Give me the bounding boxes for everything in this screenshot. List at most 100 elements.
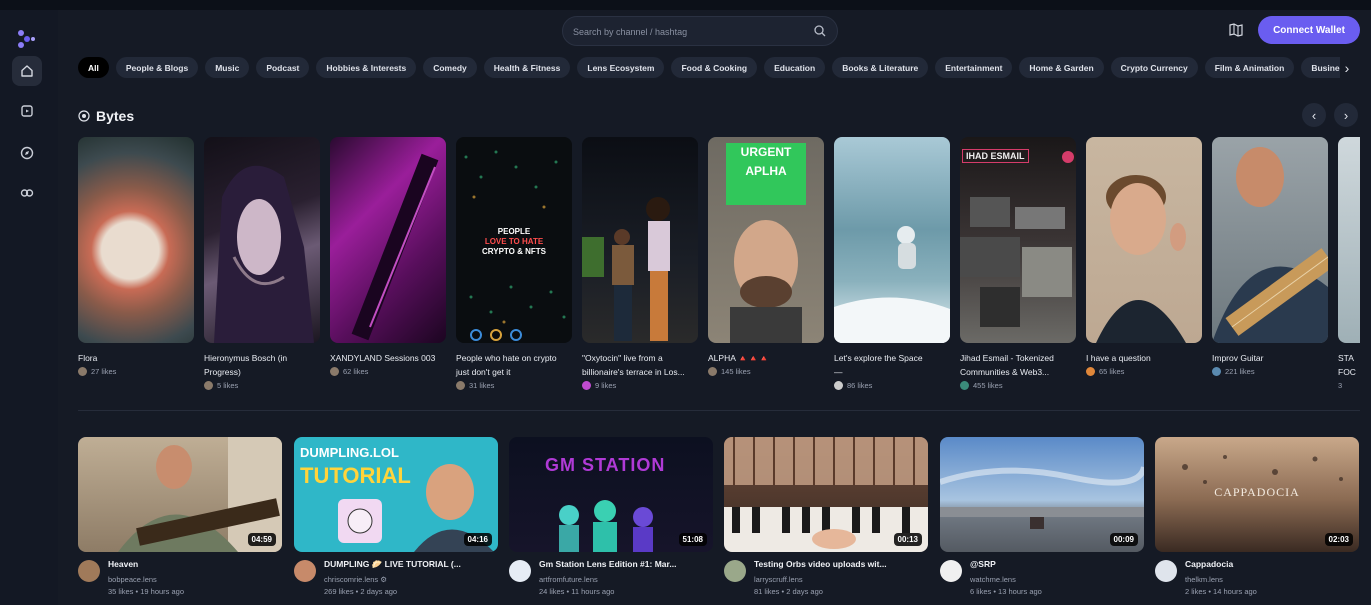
category-chip[interactable]: Podcast (256, 57, 310, 78)
byte-thumbnail[interactable] (204, 137, 320, 343)
channel-name[interactable]: thelkm.lens (1185, 575, 1223, 584)
bytes-prev-button[interactable]: ‹ (1302, 103, 1326, 127)
category-chip[interactable]: Home & Garden (1019, 57, 1104, 78)
likes-count: 65 likes (1099, 367, 1125, 376)
byte-thumbnail[interactable] (582, 137, 698, 343)
video-title[interactable]: Testing Orbs video uploads wit... (754, 559, 887, 569)
map-icon[interactable] (1228, 22, 1244, 38)
category-chip[interactable]: Food & Cooking (671, 57, 758, 78)
byte-card[interactable]: Hieronymus Bosch (in Progress) 5 likes (204, 137, 320, 390)
video-title[interactable]: Cappadocia (1185, 559, 1233, 569)
bytes-next-button[interactable]: › (1334, 103, 1358, 127)
byte-thumbnail[interactable] (330, 137, 446, 343)
video-thumbnail[interactable]: 04:59 (78, 437, 282, 552)
byte-thumbnail[interactable]: IHAD ESMAIL (960, 137, 1076, 343)
byte-title[interactable]: "Oxytocin" live from a billionaire's ter… (582, 351, 696, 379)
app-logo-icon[interactable] (16, 28, 38, 50)
byte-title[interactable]: STA FOC (1338, 351, 1360, 379)
search-bar[interactable] (562, 16, 838, 46)
overlay-text: CRYPTO & NFTS (481, 247, 546, 256)
byte-thumbnail[interactable] (1212, 137, 1328, 343)
connect-wallet-button[interactable]: Connect Wallet (1258, 16, 1360, 44)
channel-name[interactable]: artfromfuture.lens (539, 575, 598, 584)
category-chips: All People & Blogs Music Podcast Hobbies… (78, 57, 1340, 79)
category-chip[interactable]: Entertainment (935, 57, 1013, 78)
sidebar-home-button[interactable] (12, 56, 42, 86)
byte-card[interactable]: PEOPLE LOVE TO HATE CRYPTO & NFTS People… (456, 137, 572, 390)
byte-title[interactable]: Hieronymus Bosch (in Progress) (204, 351, 318, 379)
byte-card[interactable]: Flora 27 likes (78, 137, 194, 376)
video-card[interactable]: GM STATION 51:08 Gm Station Lens Edition… (509, 437, 713, 605)
avatar[interactable] (940, 560, 962, 582)
video-thumbnail[interactable]: DUMPLING.LOL TUTORIAL 04:16 (294, 437, 498, 552)
byte-card[interactable]: IHAD ESMAIL Jihad Esmail - Tokenized Com… (960, 137, 1076, 390)
byte-thumbnail[interactable]: URGENT APLHA (708, 137, 824, 343)
video-card[interactable]: CAPPADOCIA 02:03 Cappadocia thelkm.lens … (1155, 437, 1359, 605)
avatar[interactable] (724, 560, 746, 582)
byte-title[interactable]: ALPHA 🔺🔺🔺 (708, 351, 822, 365)
avatar[interactable] (1155, 560, 1177, 582)
portrait-illustration (214, 165, 314, 343)
byte-title[interactable]: People who hate on crypto just don't get… (456, 351, 570, 379)
video-title[interactable]: DUMPLING 🥟 LIVE TUTORIAL (... (324, 559, 461, 570)
video-thumbnail[interactable]: CAPPADOCIA 02:03 (1155, 437, 1359, 552)
category-chip[interactable]: Business (1301, 57, 1340, 78)
byte-thumbnail[interactable] (834, 137, 950, 343)
channel-name[interactable]: larryscruff.lens (754, 575, 803, 584)
category-chip[interactable]: Health & Fitness (483, 57, 571, 78)
category-chip[interactable]: Lens Ecosystem (577, 57, 665, 78)
byte-title[interactable]: XANDYLAND Sessions 003 (330, 351, 444, 365)
video-card[interactable]: 00:09 @SRP watchme.lens 6 likes • 13 hou… (940, 437, 1144, 605)
category-chip[interactable]: Music (205, 57, 250, 78)
byte-card[interactable]: I have a question 65 likes (1086, 137, 1202, 376)
category-chip[interactable]: Crypto Currency (1110, 57, 1198, 78)
video-thumbnail[interactable]: GM STATION 51:08 (509, 437, 713, 552)
video-title[interactable]: @SRP (970, 559, 996, 569)
category-chip[interactable]: Education (764, 57, 826, 78)
byte-thumbnail[interactable]: PEOPLE LOVE TO HATE CRYPTO & NFTS (456, 137, 572, 343)
category-chip[interactable]: Film & Animation (1204, 57, 1295, 78)
avatar[interactable] (509, 560, 531, 582)
byte-thumbnail[interactable] (1338, 137, 1360, 343)
video-title[interactable]: Gm Station Lens Edition #1: Mar... (539, 559, 676, 569)
avatar[interactable] (78, 560, 100, 582)
video-thumbnail[interactable]: 00:09 (940, 437, 1144, 552)
sidebar-lens-button[interactable] (12, 178, 42, 208)
byte-card[interactable]: XANDYLAND Sessions 003 62 likes (330, 137, 446, 376)
search-icon[interactable] (813, 24, 827, 38)
byte-title[interactable]: I have a question (1086, 351, 1200, 365)
channel-name[interactable]: bobpeace.lens (108, 575, 157, 584)
category-chip-all[interactable]: All (78, 57, 109, 78)
category-chip[interactable]: Books & Literature (832, 57, 929, 78)
channel-name[interactable]: watchme.lens (970, 575, 1016, 584)
byte-title[interactable]: Improv Guitar (1212, 351, 1326, 365)
video-card[interactable]: 00:13 Testing Orbs video uploads wit... … (724, 437, 928, 605)
avatar[interactable] (294, 560, 316, 582)
byte-thumbnail[interactable] (1086, 137, 1202, 343)
lens-icon (20, 189, 34, 197)
category-chip[interactable]: Comedy (423, 57, 477, 78)
duration-badge: 04:16 (463, 533, 492, 546)
sidebar-library-button[interactable] (12, 96, 42, 126)
video-stats: 81 likes • 2 days ago (754, 587, 823, 596)
video-card[interactable]: 04:59 Heaven bobpeace.lens 35 likes • 19… (78, 437, 282, 605)
chevron-right-icon[interactable]: › (1338, 58, 1356, 78)
byte-card[interactable]: Improv Guitar 221 likes (1212, 137, 1328, 376)
search-input[interactable] (573, 23, 803, 41)
byte-card[interactable]: Let's explore the Space — 86 likes (834, 137, 950, 390)
sidebar-explore-button[interactable] (12, 138, 42, 168)
video-thumbnail[interactable]: 00:13 (724, 437, 928, 552)
category-chip[interactable]: People & Blogs (115, 57, 199, 78)
byte-title[interactable]: Let's explore the Space (834, 351, 948, 365)
likes-count: 221 likes (1225, 367, 1255, 376)
video-card[interactable]: DUMPLING.LOL TUTORIAL 04:16 DUMPLING 🥟 L… (294, 437, 498, 605)
category-chip[interactable]: Hobbies & Interests (316, 57, 417, 78)
byte-card[interactable]: "Oxytocin" live from a billionaire's ter… (582, 137, 698, 390)
channel-name[interactable]: chriscomrie.lens ⚙ (324, 575, 387, 584)
byte-thumbnail[interactable] (78, 137, 194, 343)
byte-card-partial[interactable]: STA FOC 3 (1338, 137, 1360, 390)
byte-title[interactable]: Flora (78, 351, 192, 365)
byte-card[interactable]: URGENT APLHA ALPHA 🔺🔺🔺 145 likes (708, 137, 824, 376)
video-title[interactable]: Heaven (108, 559, 138, 569)
byte-title[interactable]: Jihad Esmail - Tokenized Communities & W… (960, 351, 1074, 379)
